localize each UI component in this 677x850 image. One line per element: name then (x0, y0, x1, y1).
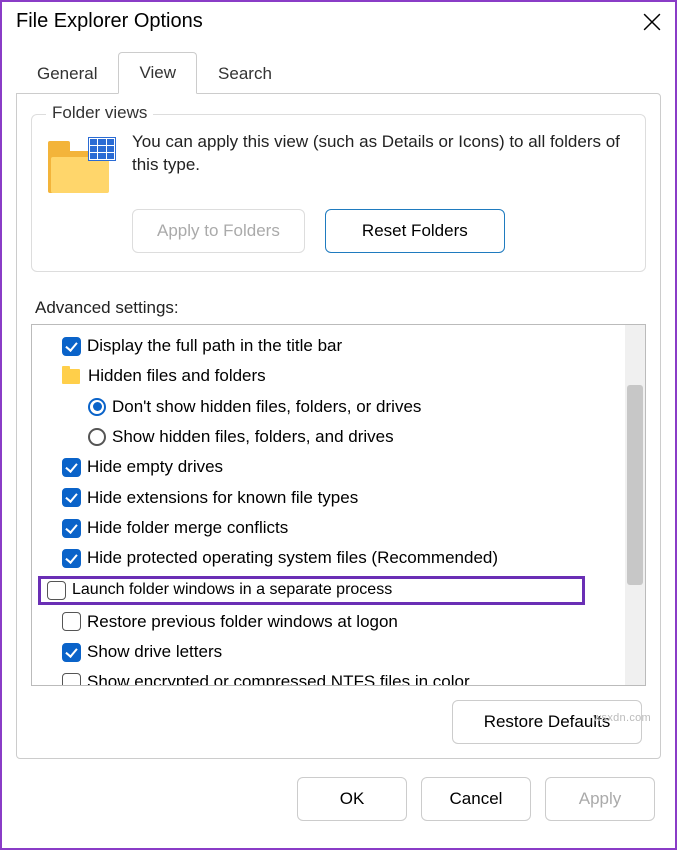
window-title: File Explorer Options (16, 10, 203, 33)
checkbox[interactable] (47, 581, 66, 600)
cancel-button[interactable]: Cancel (421, 777, 531, 821)
tab-general[interactable]: General (16, 53, 118, 94)
list-item[interactable]: Hide extensions for known file types (32, 483, 645, 513)
radio[interactable] (88, 428, 106, 446)
list-item-label: Show hidden files, folders, and drives (112, 424, 394, 450)
list-item-label: Restore previous folder windows at logon (87, 609, 398, 635)
list-item[interactable]: Show drive letters (32, 637, 645, 667)
close-icon[interactable] (643, 13, 661, 31)
list-item-label: Don't show hidden files, folders, or dri… (112, 394, 421, 420)
advanced-settings-label: Advanced settings: (35, 298, 646, 318)
advanced-settings-list[interactable]: Display the full path in the title bar Hi… (31, 324, 646, 686)
checkbox[interactable] (62, 337, 81, 356)
checkbox[interactable] (62, 488, 81, 507)
list-item[interactable]: Show hidden files, folders, and drives (32, 422, 645, 452)
folder-views-description: You can apply this view (such as Details… (132, 131, 629, 193)
list-item-label: Launch folder windows in a separate proc… (72, 581, 392, 599)
list-item[interactable]: Hide empty drives (32, 452, 645, 482)
list-item-label: Hide extensions for known file types (87, 485, 358, 511)
watermark: wsxdn.com (593, 712, 651, 724)
apply-button: Apply (545, 777, 655, 821)
checkbox[interactable] (62, 549, 81, 568)
list-item[interactable]: Hidden files and folders (32, 361, 645, 391)
list-item[interactable]: Hide folder merge conflicts (32, 513, 645, 543)
dialog-buttons: OK Cancel Apply (2, 759, 675, 821)
list-item[interactable]: Show encrypted or compressed NTFS files … (32, 667, 645, 686)
list-item-label: Show drive letters (87, 639, 222, 665)
checkbox[interactable] (62, 673, 81, 686)
tab-view[interactable]: View (118, 52, 197, 94)
list-item[interactable]: Launch folder windows in a separate proc… (38, 576, 585, 605)
tab-bar: General View Search (2, 51, 675, 93)
reset-folders-button[interactable]: Reset Folders (325, 209, 505, 253)
folder-views-group: Folder views You can apply this view (su… (31, 114, 646, 272)
folder-views-icon (48, 135, 114, 193)
checkbox[interactable] (62, 458, 81, 477)
scrollbar[interactable] (625, 325, 645, 685)
list-item[interactable]: Display the full path in the title bar (32, 331, 645, 361)
tab-search[interactable]: Search (197, 53, 293, 94)
tab-panel-view: Folder views You can apply this view (su… (16, 93, 661, 759)
scrollbar-thumb[interactable] (627, 385, 643, 585)
list-item-label: Display the full path in the title bar (87, 333, 342, 359)
checkbox[interactable] (62, 612, 81, 631)
list-item-label: Hide folder merge conflicts (87, 515, 288, 541)
apply-to-folders-button: Apply to Folders (132, 209, 305, 253)
list-item-label: Hidden files and folders (88, 363, 266, 389)
folder-icon (62, 369, 80, 384)
folder-views-legend: Folder views (46, 103, 153, 123)
list-item[interactable]: Hide protected operating system files (R… (32, 543, 645, 573)
checkbox[interactable] (62, 519, 81, 538)
list-item-label: Show encrypted or compressed NTFS files … (87, 669, 470, 686)
list-item-label: Hide protected operating system files (R… (87, 545, 498, 571)
list-item[interactable]: Restore previous folder windows at logon (32, 607, 645, 637)
list-item[interactable]: Don't show hidden files, folders, or dri… (32, 392, 645, 422)
list-item-label: Hide empty drives (87, 454, 223, 480)
ok-button[interactable]: OK (297, 777, 407, 821)
radio[interactable] (88, 398, 106, 416)
checkbox[interactable] (62, 643, 81, 662)
